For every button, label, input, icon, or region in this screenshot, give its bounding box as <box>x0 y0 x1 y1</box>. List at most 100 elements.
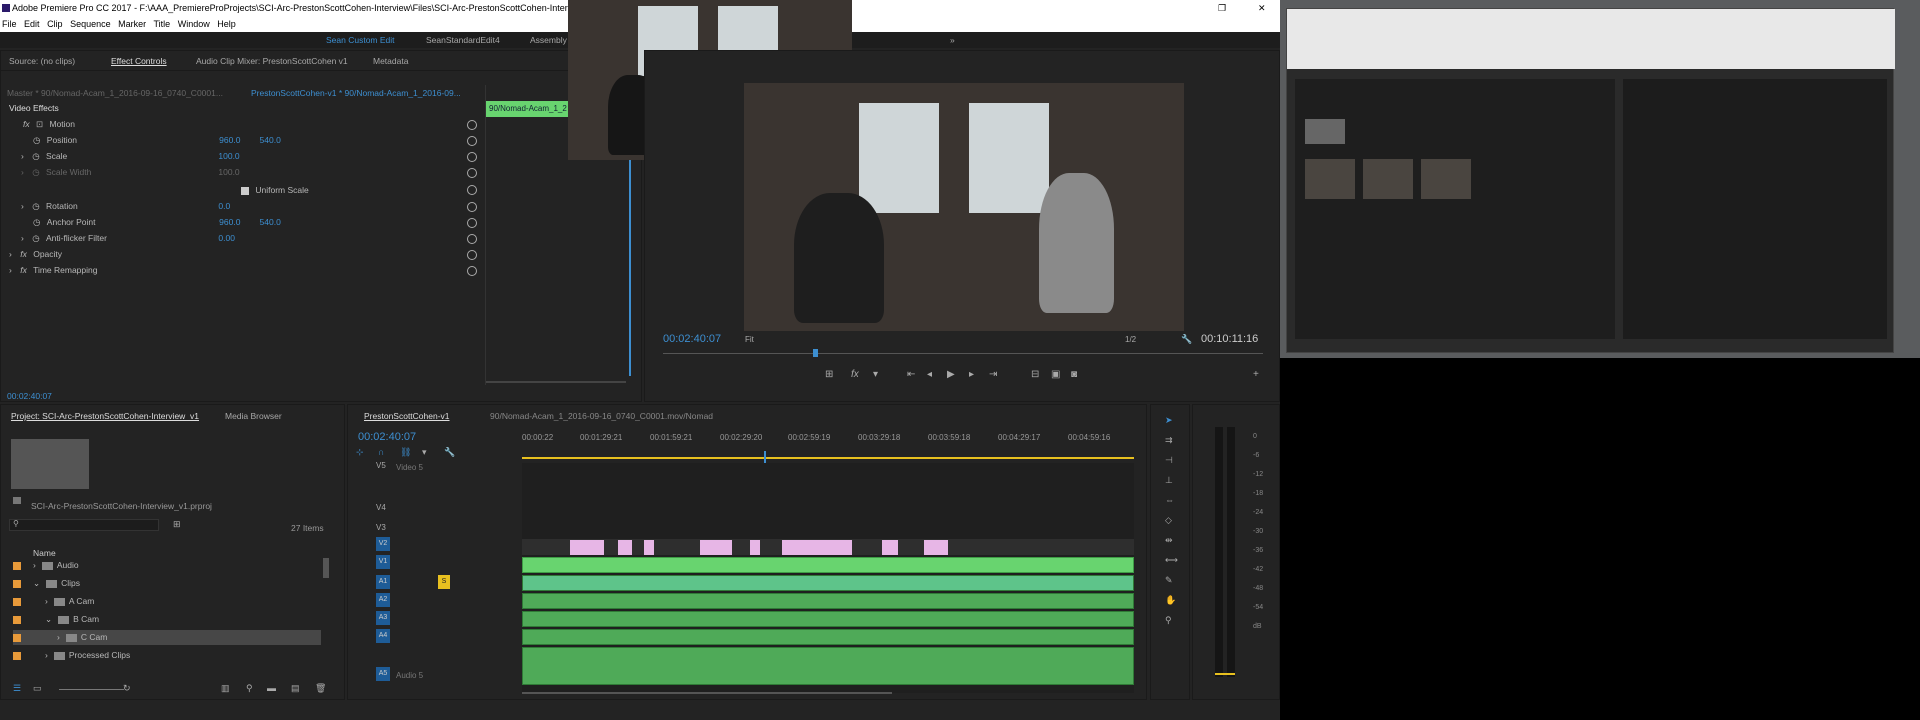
list-item[interactable]: › Processed Clips <box>13 648 321 663</box>
track-target-v2[interactable]: V2 <box>376 537 390 551</box>
reset-icon[interactable] <box>467 250 477 260</box>
snap-icon[interactable]: ∩ <box>378 447 384 457</box>
rolling-edit-icon[interactable]: ⊥ <box>1165 475 1173 486</box>
tab-metadata[interactable]: Metadata <box>373 56 408 66</box>
timeline-timecode[interactable]: 00:02:40:07 <box>358 431 416 443</box>
list-view-icon[interactable]: ☰ <box>13 683 21 694</box>
chevron-right-icon[interactable]: › <box>9 265 12 275</box>
step-forward-icon[interactable]: ▸ <box>969 369 974 380</box>
zoom-scrollbar[interactable] <box>486 381 626 383</box>
track-area[interactable] <box>522 463 1134 693</box>
chevron-right-icon[interactable]: › <box>45 650 48 660</box>
effect-row-opacity[interactable]: › fx Opacity <box>9 247 469 262</box>
stopwatch-icon[interactable]: ◷ <box>32 151 39 161</box>
chevron-right-icon[interactable]: › <box>9 249 12 259</box>
clip-a4[interactable] <box>522 629 1134 645</box>
clip-thumbnail[interactable] <box>1363 159 1413 199</box>
clip[interactable] <box>882 540 898 555</box>
close-icon[interactable]: ✕ <box>1258 0 1266 16</box>
clip-v1[interactable] <box>522 557 1134 573</box>
reset-icon[interactable] <box>467 185 477 195</box>
bin-thumbnail[interactable] <box>1305 119 1345 144</box>
rotation-value[interactable]: 0.0 <box>218 201 230 211</box>
clip[interactable] <box>644 540 654 555</box>
list-item[interactable]: › A Cam <box>13 594 321 609</box>
tab-audio-clip-mixer[interactable]: Audio Clip Mixer: PrestonScottCohen v1 <box>196 56 348 66</box>
chevron-down-icon[interactable]: ⌄ <box>45 614 52 624</box>
reset-icon[interactable] <box>467 120 477 130</box>
color-label[interactable] <box>13 561 21 570</box>
chevron-right-icon[interactable]: › <box>45 596 48 606</box>
clip[interactable] <box>924 540 948 555</box>
tab-media-browser[interactable]: Media Browser <box>225 411 282 421</box>
color-label[interactable] <box>13 579 21 588</box>
effect-timecode[interactable]: 00:02:40:07 <box>7 391 52 401</box>
position-x-value[interactable]: 960.0 <box>219 133 257 148</box>
reset-icon[interactable] <box>467 266 477 276</box>
add-button-icon[interactable]: + <box>1253 369 1259 380</box>
color-label[interactable] <box>13 615 21 624</box>
camera-icon[interactable]: ◙ <box>1071 369 1077 380</box>
ripple-edit-icon[interactable]: ⊣ <box>1165 455 1173 466</box>
effect-row-anchor-point[interactable]: ◷ Anchor Point 960.0 540.0 <box>33 215 493 230</box>
scrollbar-thumb[interactable] <box>323 558 329 578</box>
uniform-scale-checkbox[interactable] <box>241 186 249 195</box>
anchor-x-value[interactable]: 960.0 <box>219 215 257 230</box>
step-back-icon[interactable]: ◂ <box>927 369 932 380</box>
stopwatch-icon[interactable]: ◷ <box>33 135 40 145</box>
clip[interactable] <box>618 540 632 555</box>
effect-row-rotation[interactable]: › ◷ Rotation 0.0 <box>21 199 481 214</box>
program-playhead[interactable] <box>813 349 818 357</box>
selection-tool-icon[interactable]: ➤ <box>1165 415 1173 426</box>
master-clip-label[interactable]: Master * 90/Nomad-Acam_1_2016-09-16_0740… <box>7 88 223 98</box>
menu-edit[interactable]: Edit <box>24 19 40 29</box>
program-scrubber[interactable] <box>663 353 1263 354</box>
menu-marker[interactable]: Marker <box>118 19 146 29</box>
pen-icon[interactable]: ✎ <box>1165 575 1173 586</box>
stopwatch-icon[interactable]: ◷ <box>33 217 40 227</box>
chevron-right-icon[interactable]: › <box>21 233 24 243</box>
go-to-out-icon[interactable]: ⇥ <box>989 369 997 380</box>
effect-row-anti-flicker[interactable]: › ◷ Anti-flicker Filter 0.00 <box>21 231 481 246</box>
zoom-slider[interactable] <box>59 689 124 690</box>
track-target-a4[interactable]: A4 <box>376 629 390 643</box>
track-target-a1[interactable]: A1 <box>376 575 390 589</box>
workspace-standard-edit[interactable]: SeanStandardEdit4 <box>426 32 500 48</box>
go-to-in-icon[interactable]: ⇤ <box>907 369 915 380</box>
new-bin-icon[interactable]: ▬ <box>267 683 276 693</box>
color-label[interactable] <box>13 633 21 642</box>
solo-button[interactable]: S <box>438 575 450 589</box>
effect-clip-bar[interactable]: 90/Nomad-Acam_1_2 <box>486 101 571 117</box>
export-frame-icon[interactable]: ⊞ <box>825 369 833 380</box>
restore-icon[interactable]: ❐ <box>1218 0 1226 16</box>
color-label[interactable] <box>13 651 21 660</box>
tab-source[interactable]: Source: (no clips) <box>9 56 75 66</box>
zoom-icon[interactable]: ⚲ <box>1165 615 1172 626</box>
list-item[interactable]: ⌄ Clips <box>13 576 321 591</box>
tab-sequence[interactable]: PrestonScottCohen-v1 <box>364 411 450 421</box>
settings-icon[interactable]: 🔧 <box>1181 334 1192 345</box>
list-item-selected[interactable]: › C Cam <box>13 630 321 645</box>
effect-row-position[interactable]: ◷ Position 960.0 540.0 <box>33 133 493 148</box>
reset-icon[interactable] <box>467 234 477 244</box>
clip[interactable] <box>782 540 852 555</box>
menu-clip[interactable]: Clip <box>47 19 63 29</box>
resolution-dropdown[interactable]: 1/2 <box>1125 335 1136 344</box>
clip[interactable] <box>700 540 732 555</box>
anti-flicker-value[interactable]: 0.00 <box>218 233 235 243</box>
menu-title[interactable]: Title <box>154 19 171 29</box>
reset-icon[interactable] <box>467 152 477 162</box>
timeline-scrollbar[interactable] <box>522 692 892 694</box>
clip-thumbnail[interactable] <box>1305 159 1355 199</box>
chevron-right-icon[interactable]: › <box>21 151 24 161</box>
more-workspaces-icon[interactable]: » <box>950 32 955 48</box>
reset-icon[interactable] <box>467 136 477 146</box>
tab-effect-controls[interactable]: Effect Controls <box>111 56 167 66</box>
clip-a1[interactable] <box>522 575 1134 591</box>
search-input[interactable]: ⚲ <box>9 519 159 531</box>
menu-sequence[interactable]: Sequence <box>70 19 111 29</box>
clip-a5[interactable] <box>522 647 1134 685</box>
chevron-right-icon[interactable]: › <box>57 632 60 642</box>
track-target-a5[interactable]: A5 <box>376 667 390 681</box>
automate-icon[interactable]: ▥ <box>221 683 230 694</box>
